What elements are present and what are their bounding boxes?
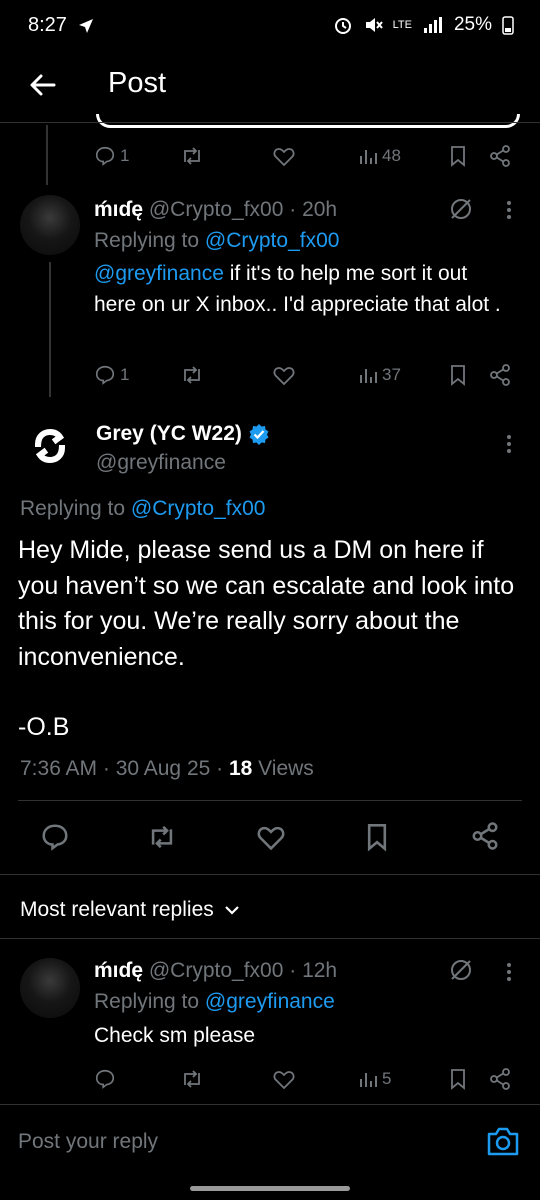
like-icon[interactable]: [272, 1068, 296, 1090]
views-icon: [360, 369, 377, 383]
divider: [18, 800, 522, 801]
display-name[interactable]: ḿıɗę: [94, 198, 143, 221]
comment-icon: [95, 365, 115, 385]
replying-to-link[interactable]: @Crypto_fx00: [131, 497, 266, 520]
repost-icon[interactable]: [180, 364, 204, 386]
header-divider: [0, 122, 540, 123]
avatar[interactable]: [20, 416, 80, 476]
author-name: Grey (YC W22): [96, 420, 270, 448]
signal-icon: [423, 17, 442, 33]
views-icon: [360, 150, 377, 164]
mention-link[interactable]: @greyfinance: [94, 262, 224, 285]
share-icon[interactable]: [488, 363, 512, 387]
alarm-icon: [334, 18, 351, 34]
verified-badge-icon: [249, 424, 269, 446]
views-button[interactable]: 5: [358, 1069, 391, 1089]
replies-sort-dropdown[interactable]: Most relevant replies: [20, 896, 240, 924]
display-name[interactable]: Grey (YC W22): [96, 422, 242, 445]
replying-to: Replying to @Crypto_fx00: [20, 497, 266, 520]
repost-icon[interactable]: [180, 145, 204, 167]
reply-input[interactable]: [18, 1125, 458, 1159]
reply-1-actions: 1 48: [92, 143, 522, 169]
views-button[interactable]: 37: [358, 365, 401, 385]
author-handle[interactable]: @greyfinance: [96, 450, 226, 476]
more-options-icon[interactable]: [504, 198, 514, 222]
status-icons: LTE 25%: [333, 14, 514, 36]
avatar[interactable]: [20, 958, 80, 1018]
battery-percent: 25%: [453, 14, 492, 35]
divider: [0, 874, 540, 875]
repost-icon[interactable]: [180, 1068, 204, 1090]
reply-2-actions: 1 37: [92, 362, 522, 388]
divider: [0, 938, 540, 939]
thread-line: [46, 125, 48, 185]
share-icon[interactable]: [488, 144, 512, 168]
embedded-card-edge[interactable]: [96, 114, 520, 128]
share-icon[interactable]: [488, 1067, 512, 1091]
grok-icon[interactable]: [448, 957, 474, 983]
reply-button[interactable]: 1: [94, 145, 129, 167]
more-options-icon[interactable]: [504, 432, 514, 456]
repost-icon[interactable]: [146, 823, 178, 851]
bookmark-icon[interactable]: [448, 145, 468, 167]
views-icon: [360, 1073, 377, 1087]
reply-3-header: ḿıɗę @Crypto_fx00 · 12h: [94, 956, 454, 986]
timestamp[interactable]: · 12h: [289, 959, 337, 982]
replying-to: Replying to @Crypto_fx00: [94, 229, 340, 252]
views-button[interactable]: 48: [358, 146, 401, 166]
top-app-bar: Post: [0, 52, 540, 120]
thread-line: [49, 262, 51, 397]
replying-to: Replying to @greyfinance: [94, 990, 335, 1013]
comment-icon[interactable]: [94, 1068, 116, 1090]
post-body: Hey Mide, please send us a DM on here if…: [18, 536, 515, 671]
post-action-bar: [0, 815, 540, 859]
battery-icon: [502, 16, 514, 35]
page-title: Post: [108, 67, 167, 99]
post-signature: -O.B: [18, 713, 70, 741]
post-meta: 7:36 AM · 30 Aug 25 · 18 Views: [20, 757, 314, 780]
bookmark-icon[interactable]: [448, 364, 468, 386]
network-type: LTE: [392, 19, 412, 31]
timestamp[interactable]: · 20h: [289, 198, 337, 221]
camera-icon[interactable]: [486, 1125, 520, 1157]
reply-2-header: ḿıɗę @Crypto_fx00 · 20h: [94, 195, 454, 225]
more-options-icon[interactable]: [504, 960, 514, 984]
chevron-down-icon: [224, 906, 239, 915]
location-arrow-icon: [78, 18, 93, 33]
reply-3-actions: 5: [92, 1066, 522, 1092]
status-bar: 8:27 LTE 25%: [0, 0, 540, 52]
like-icon[interactable]: [272, 364, 296, 386]
avatar[interactable]: [20, 195, 80, 255]
gesture-bar[interactable]: [190, 1186, 350, 1191]
like-icon[interactable]: [255, 823, 287, 851]
replying-to-link[interactable]: @Crypto_fx00: [205, 229, 340, 252]
reply-3-text: Check sm please: [94, 1024, 256, 1047]
comment-icon[interactable]: [40, 822, 70, 852]
like-icon[interactable]: [272, 145, 296, 167]
bookmark-icon[interactable]: [448, 1068, 468, 1090]
reply-button[interactable]: 1: [94, 364, 129, 386]
grey-logo-icon: [34, 428, 66, 464]
handle[interactable]: @Crypto_fx00: [149, 198, 284, 221]
reply-2-text: @greyfinance if it's to help me sort it …: [94, 262, 501, 316]
bookmark-icon[interactable]: [364, 822, 390, 852]
display-name[interactable]: ḿıɗę: [94, 959, 143, 982]
back-arrow-icon[interactable]: [28, 70, 58, 100]
status-time: 8:27: [28, 14, 95, 37]
replying-to-link[interactable]: @greyfinance: [205, 990, 335, 1013]
reply-composer: [0, 1105, 540, 1177]
comment-icon: [95, 146, 115, 166]
handle[interactable]: @Crypto_fx00: [149, 959, 284, 982]
grok-icon[interactable]: [448, 196, 474, 222]
mute-icon: [365, 18, 383, 32]
share-icon[interactable]: [470, 821, 500, 851]
